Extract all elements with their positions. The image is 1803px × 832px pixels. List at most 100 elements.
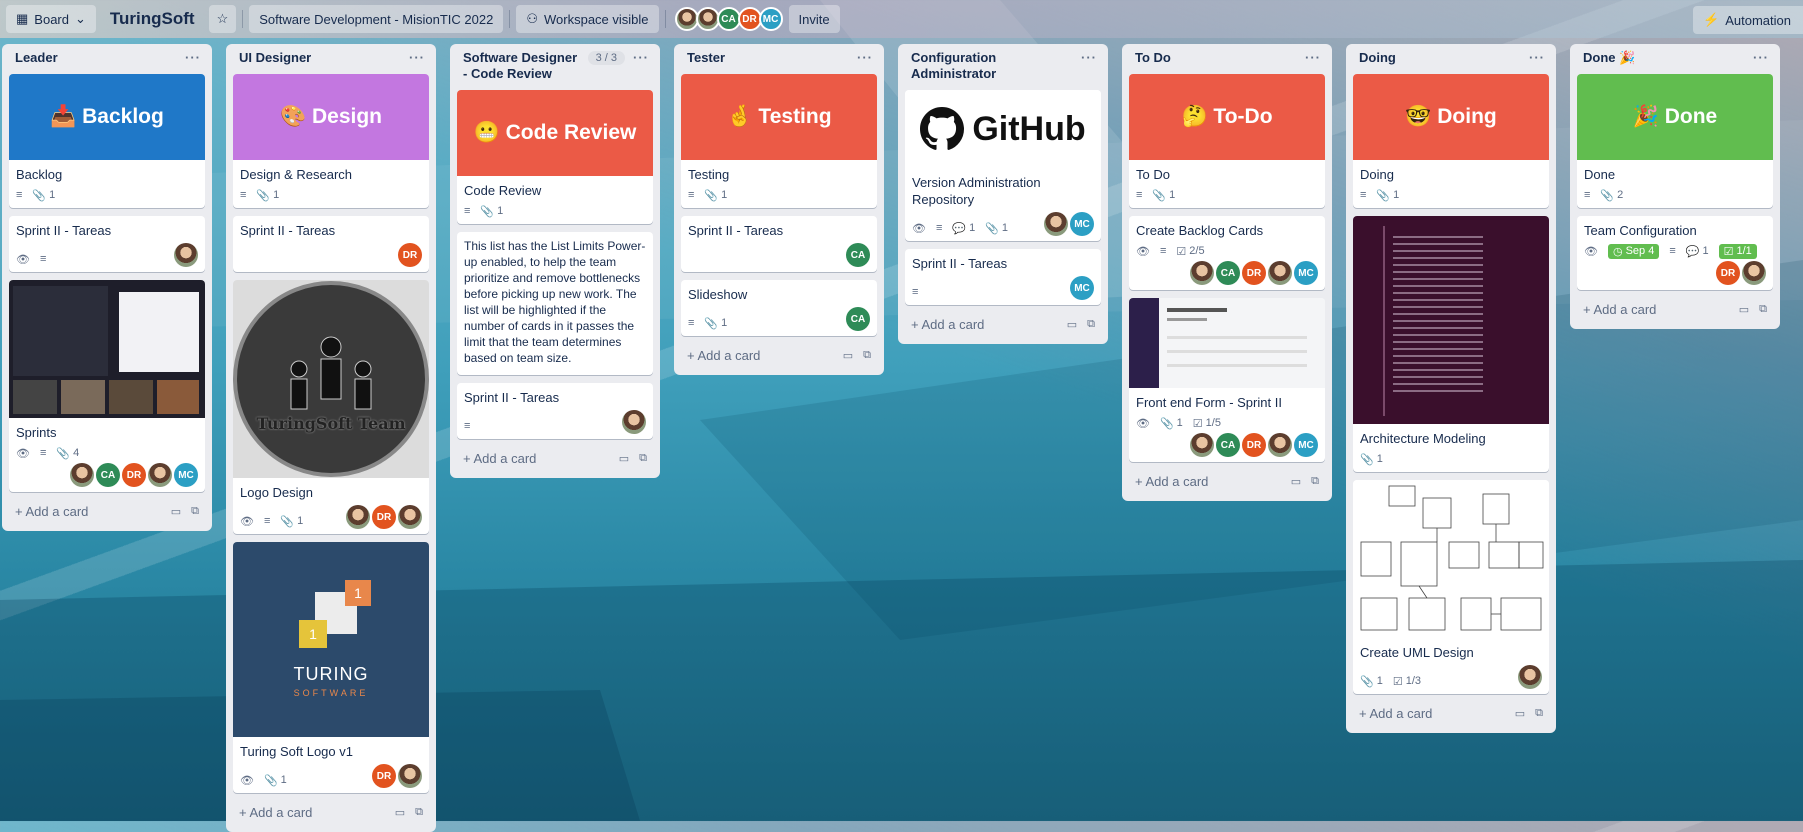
avatar[interactable]: [70, 463, 94, 487]
template-icon[interactable]: ⧉: [1535, 707, 1543, 720]
invite-button[interactable]: Invite: [788, 5, 840, 33]
add-card-button[interactable]: + Add a card: [463, 451, 536, 466]
avatar[interactable]: MC: [1070, 276, 1094, 300]
avatar[interactable]: [398, 764, 422, 788]
avatar[interactable]: CA: [846, 307, 870, 331]
list-title[interactable]: Doing: [1359, 50, 1396, 66]
avatar[interactable]: [1518, 665, 1542, 689]
visibility-button[interactable]: ⚇ Workspace visible: [516, 5, 659, 33]
add-card-button[interactable]: + Add a card: [15, 504, 88, 519]
list-title[interactable]: To Do: [1135, 50, 1171, 66]
record-icon[interactable]: ▭: [395, 806, 405, 819]
avatar[interactable]: [674, 7, 699, 31]
card[interactable]: This list has the List Limits Power-up e…: [457, 232, 653, 375]
avatar[interactable]: DR: [1716, 261, 1740, 285]
avatar[interactable]: [346, 505, 370, 529]
card[interactable]: 📥 Backlog Backlog ≡ 📎 1: [9, 74, 205, 208]
template-icon[interactable]: ⧉: [863, 349, 871, 362]
template-icon[interactable]: ⧉: [191, 505, 199, 518]
list-title[interactable]: Tester: [687, 50, 725, 66]
avatar[interactable]: [622, 410, 646, 434]
board-title[interactable]: TuringSoft: [102, 9, 203, 29]
add-card-button[interactable]: + Add a card: [687, 348, 760, 363]
card[interactable]: 😬 Code Review Code Review ≡ 📎 1: [457, 90, 653, 224]
record-icon[interactable]: ▭: [1291, 475, 1301, 488]
card[interactable]: 🤔 To-Do To Do ≡ 📎 1: [1129, 74, 1325, 208]
avatar[interactable]: [1268, 433, 1292, 457]
card[interactable]: Sprints 👁 ≡ 📎 4 CA DR MC: [9, 280, 205, 492]
avatar[interactable]: [174, 243, 198, 267]
avatar[interactable]: MC: [1294, 261, 1318, 285]
avatar[interactable]: CA: [1216, 433, 1240, 457]
due-date-badge[interactable]: ◷ Sep 4: [1607, 243, 1660, 259]
template-icon[interactable]: ⧉: [639, 452, 647, 465]
list-menu-icon[interactable]: ···: [633, 50, 649, 66]
card[interactable]: Sprint II - Tareas ≡: [457, 383, 653, 439]
star-button[interactable]: ☆: [208, 5, 237, 33]
add-card-button[interactable]: + Add a card: [239, 805, 312, 820]
avatar[interactable]: [1190, 261, 1214, 285]
avatar[interactable]: MC: [174, 463, 198, 487]
card[interactable]: Sprint II - Tareas 👁 ≡: [9, 216, 205, 272]
board-switcher-button[interactable]: ▦ Board ⌄: [6, 5, 96, 33]
card[interactable]: 🤓 Doing Doing ≡ 📎 1: [1353, 74, 1549, 208]
avatar[interactable]: [1268, 261, 1292, 285]
card[interactable]: 🤞 Testing Testing ≡ 📎 1: [681, 74, 877, 208]
avatar[interactable]: MC: [1294, 433, 1318, 457]
list-title[interactable]: Leader: [15, 50, 58, 66]
list-menu-icon[interactable]: ···: [857, 50, 873, 66]
avatar[interactable]: DR: [737, 7, 762, 31]
avatar[interactable]: [148, 463, 172, 487]
card[interactable]: 1 1 TURING SOFTWARE Turing Soft Logo v1 …: [233, 542, 429, 793]
add-card-button[interactable]: + Add a card: [1359, 706, 1432, 721]
avatar[interactable]: DR: [398, 243, 422, 267]
avatar[interactable]: MC: [1070, 212, 1094, 236]
automation-button[interactable]: ⚡ Automation: [1693, 6, 1803, 34]
avatar[interactable]: DR: [372, 505, 396, 529]
card[interactable]: Create Backlog Cards 👁 ≡ ☑ 2/5 CA DR MC: [1129, 216, 1325, 290]
card[interactable]: Sprint II - Tareas DR: [233, 216, 429, 272]
add-card-button[interactable]: + Add a card: [1583, 302, 1656, 317]
list-menu-icon[interactable]: ···: [1529, 50, 1545, 66]
avatar[interactable]: [695, 7, 720, 31]
list-menu-icon[interactable]: ···: [1753, 50, 1769, 66]
card[interactable]: Front end Form - Sprint II 👁 📎 1 ☑ 1/5 C…: [1129, 298, 1325, 462]
avatar[interactable]: [398, 505, 422, 529]
record-icon[interactable]: ▭: [619, 452, 629, 465]
card[interactable]: Sprint II - Tareas ≡ MC: [905, 249, 1101, 305]
card[interactable]: Slideshow ≡ 📎 1 CA: [681, 280, 877, 336]
card[interactable]: Architecture Modeling 📎 1: [1353, 216, 1549, 472]
list-title[interactable]: UI Designer: [239, 50, 311, 66]
template-icon[interactable]: ⧉: [1311, 475, 1319, 488]
add-card-button[interactable]: + Add a card: [911, 317, 984, 332]
record-icon[interactable]: ▭: [171, 505, 181, 518]
card[interactable]: Sprint II - Tareas CA: [681, 216, 877, 272]
list-title[interactable]: Configuration Administrator: [911, 50, 1081, 82]
record-icon[interactable]: ▭: [1739, 303, 1749, 316]
template-icon[interactable]: ⧉: [1759, 303, 1767, 316]
template-icon[interactable]: ⧉: [415, 806, 423, 819]
avatar[interactable]: [1742, 261, 1766, 285]
list-title[interactable]: Software Designer - Code Review: [463, 50, 583, 82]
avatar[interactable]: [1190, 433, 1214, 457]
list-menu-icon[interactable]: ···: [1081, 50, 1097, 66]
card[interactable]: TuringSoft Team Logo Design 👁 ≡ 📎 1 DR: [233, 280, 429, 534]
avatar[interactable]: CA: [846, 243, 870, 267]
list-menu-icon[interactable]: ···: [185, 50, 201, 66]
card[interactable]: GitHub Version Administration Repository…: [905, 90, 1101, 241]
add-card-button[interactable]: + Add a card: [1135, 474, 1208, 489]
card[interactable]: 🎉 Done Done ≡ 📎 2: [1577, 74, 1773, 208]
avatar[interactable]: DR: [1242, 261, 1266, 285]
list-title[interactable]: Done 🎉: [1583, 50, 1635, 66]
record-icon[interactable]: ▭: [843, 349, 853, 362]
avatar[interactable]: MC: [758, 7, 783, 31]
avatar[interactable]: DR: [372, 764, 396, 788]
avatar[interactable]: [1044, 212, 1068, 236]
record-icon[interactable]: ▭: [1067, 318, 1077, 331]
list-menu-icon[interactable]: ···: [409, 50, 425, 66]
card[interactable]: Team Configuration 👁 ◷ Sep 4 ≡ 💬 1 ☑ 1/1…: [1577, 216, 1773, 290]
avatar[interactable]: DR: [122, 463, 146, 487]
template-icon[interactable]: ⧉: [1087, 318, 1095, 331]
card[interactable]: Create UML Design 📎 1 ☑ 1/3: [1353, 480, 1549, 694]
record-icon[interactable]: ▭: [1515, 707, 1525, 720]
